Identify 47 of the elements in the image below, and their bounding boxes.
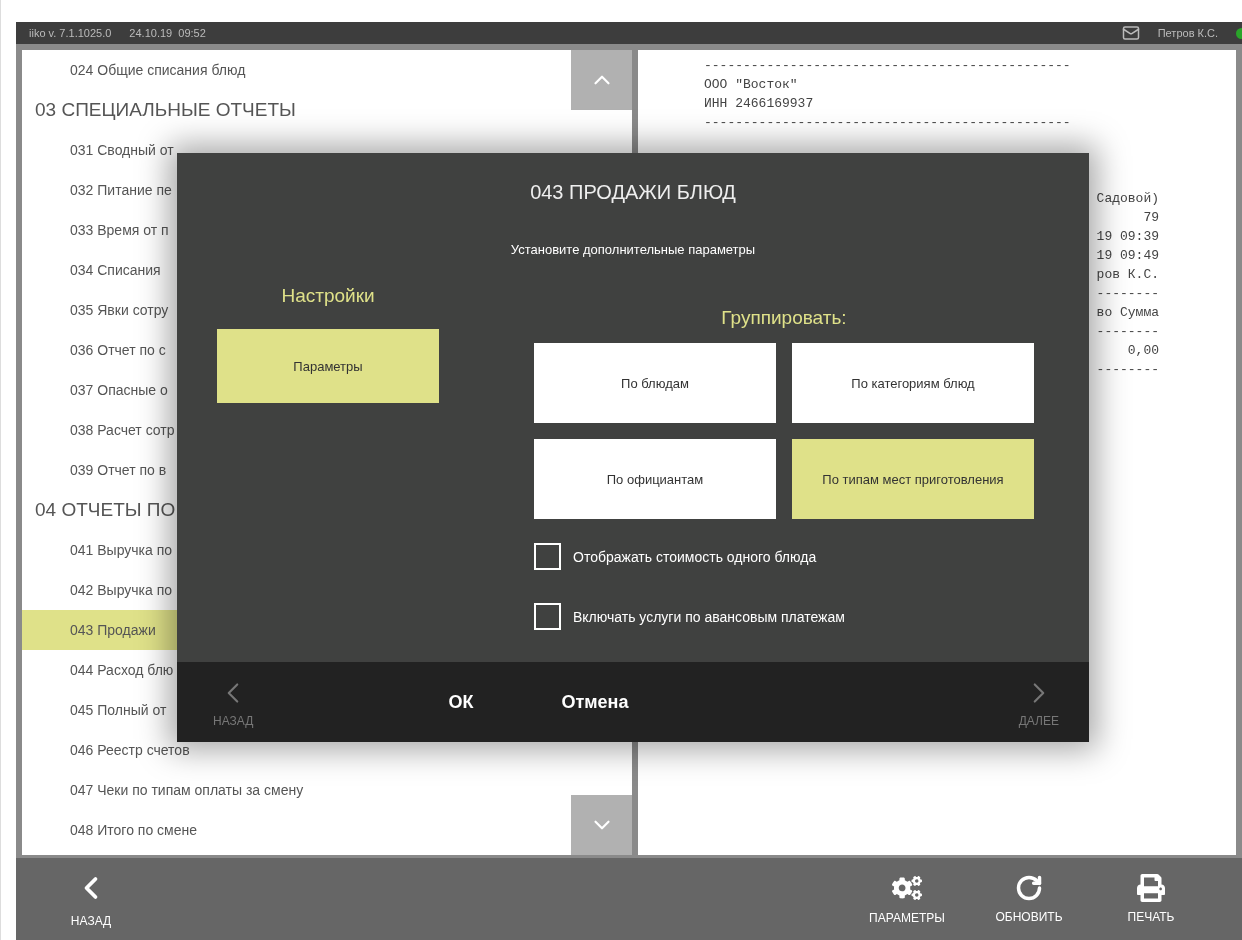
receipt-line: ----------------------------------------------- <box>704 114 1072 132</box>
printer-icon <box>1137 874 1165 902</box>
ok-button[interactable]: ОК <box>448 691 474 713</box>
back-button[interactable]: НАЗАД <box>44 870 138 928</box>
group-option-button[interactable]: По категориям блюд <box>792 343 1034 423</box>
checkbox-label: Включать услуги по авансовым платежам <box>573 608 845 625</box>
receipt-line: ----------------------------------------------- <box>704 57 1072 75</box>
group-option-button[interactable]: По типам мест приготовления <box>792 439 1034 519</box>
back-button[interactable]: НАЗАД <box>213 676 254 728</box>
settings-heading: Настройки <box>281 285 375 307</box>
checkbox-label: Отображать стоимость одного блюда <box>573 548 817 565</box>
date-time: 24.10.19 09:52 <box>129 27 206 39</box>
mail-icon[interactable] <box>1121 24 1140 42</box>
refresh-icon <box>1015 874 1043 902</box>
group-heading: 04 ОТЧЕТЫ ПО <box>34 498 177 522</box>
settings-icon <box>892 873 922 903</box>
cancel-button[interactable]: Отмена <box>561 691 629 713</box>
refresh-button[interactable]: ОБНОВИТЬ <box>968 874 1090 924</box>
group-by-heading: Группировать: <box>721 307 847 329</box>
receipt-line: 19 09:49 <box>1096 247 1159 265</box>
receipt-line: 79 <box>1143 209 1159 227</box>
print-button[interactable]: ПЕЧАТЬ <box>1090 874 1212 924</box>
settings-tab[interactable]: Параметры <box>217 329 439 403</box>
settings-button[interactable]: ПАРАМЕТРЫ <box>846 873 968 925</box>
receipt-line: -------- <box>1096 285 1159 303</box>
report-item[interactable]: 024 Общие списания блюд <box>22 50 571 90</box>
group-option-button[interactable]: По блюдам <box>534 343 776 423</box>
receipt-line: -------- <box>1096 323 1159 341</box>
dialog-subtitle: Установите дополнительные параметры <box>509 242 757 257</box>
group-option-button[interactable]: По официантам <box>534 439 776 519</box>
checkbox[interactable] <box>534 603 561 630</box>
receipt-line: Садовой) <box>1096 190 1159 208</box>
checkbox[interactable] <box>534 543 561 570</box>
receipt-line: ИНН 2466169937 <box>704 95 815 113</box>
receipt-line: во Сумма <box>1096 304 1159 322</box>
group-heading: 03 СПЕЦИАЛЬНЫЕ ОТЧЕТЫ <box>34 98 297 122</box>
receipt-line: ООО "Восток" <box>704 76 799 94</box>
app-version: iiko v. 7.1.1025.0 <box>29 27 112 39</box>
next-button[interactable]: ДАЛЕЕ <box>1018 676 1059 728</box>
user-name: Петров К.С. <box>1157 27 1218 39</box>
report-item[interactable]: 048 Итого по смене <box>22 810 571 850</box>
receipt-line: 19 09:39 <box>1096 228 1159 246</box>
dialog-title: 043 ПРОДАЖИ БЛЮД <box>529 181 737 204</box>
receipt-line: 0,00 <box>1127 342 1159 360</box>
receipt-line: ров К.С. <box>1096 266 1159 284</box>
receipt-line: -------- <box>1096 361 1159 379</box>
report-item[interactable]: 047 Чеки по типам оплаты за смену <box>22 770 571 810</box>
